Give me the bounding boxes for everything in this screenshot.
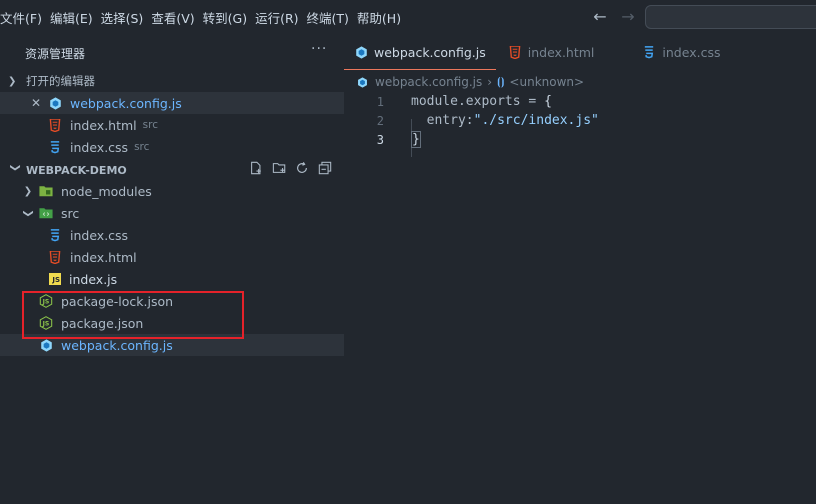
- open-editor-desc: src: [134, 141, 150, 153]
- code-line-2[interactable]: 2 entry:"./src/index.js": [344, 111, 816, 130]
- code-token: module.exports =: [411, 94, 545, 109]
- tab-label: index.css: [662, 45, 721, 60]
- webpack-icon: [39, 338, 53, 352]
- code-line-3[interactable]: 3 }: [344, 130, 816, 149]
- js-icon: JS: [49, 273, 61, 285]
- webpack-icon: [356, 75, 368, 89]
- chevron-down-icon: ❯: [22, 208, 34, 218]
- more-actions-icon[interactable]: ···: [311, 41, 327, 57]
- tree-item-node-modules[interactable]: ❯ node_modules: [0, 180, 344, 202]
- arrow-left-icon[interactable]: ←: [590, 7, 610, 27]
- tree-item-label: src: [61, 205, 80, 221]
- nav-arrows: ← →: [590, 7, 638, 27]
- open-editor-label: index.html: [70, 117, 137, 133]
- close-icon[interactable]: ✕: [30, 96, 42, 110]
- menu-help[interactable]: 帮助(H): [357, 8, 409, 27]
- explorer-title: 资源管理器: [25, 47, 86, 61]
- tree-item-src[interactable]: ❯ src: [0, 202, 344, 224]
- open-editors-header[interactable]: ❯ 打开的编辑器: [0, 70, 344, 92]
- menu-selection[interactable]: 选择(S): [101, 8, 152, 27]
- breadcrumb-symbol[interactable]: <unknown>: [509, 75, 584, 89]
- css-icon: [48, 228, 62, 242]
- tab-index-css[interactable]: index.css: [604, 35, 730, 70]
- code-brace: }: [411, 131, 421, 148]
- new-folder-icon[interactable]: [271, 161, 287, 177]
- project-actions: [248, 161, 333, 177]
- tab-webpack-config[interactable]: webpack.config.js: [344, 35, 496, 70]
- chevron-down-icon: ❯: [8, 75, 17, 87]
- code-text: module.exports = {: [411, 94, 552, 109]
- line-number: 2: [376, 113, 384, 128]
- code-text: entry:"./src/index.js": [411, 113, 599, 128]
- project-title: WEBPACK-DEMO: [26, 163, 127, 177]
- tree-item-label: index.css: [70, 227, 129, 243]
- open-editor-index-html[interactable]: index.html src: [0, 114, 344, 136]
- open-editors-title: 打开的编辑器: [26, 74, 95, 88]
- chevron-right-icon: ›: [487, 75, 493, 89]
- html-icon: [48, 118, 62, 132]
- open-editor-index-css[interactable]: index.css src: [0, 136, 344, 158]
- editor-area: webpack.config.js index.html index.css w…: [344, 35, 816, 504]
- editor-tabs: webpack.config.js index.html index.css: [344, 35, 816, 70]
- code-token: entry:: [411, 113, 474, 128]
- html-icon: [508, 46, 522, 60]
- folder-src-icon: [39, 206, 53, 220]
- css-icon: [48, 140, 62, 154]
- arrow-right-icon[interactable]: →: [618, 7, 638, 27]
- menu-view[interactable]: 查看(V): [151, 8, 202, 27]
- css-icon: [642, 46, 656, 60]
- webpack-icon: [354, 45, 368, 59]
- tree-item-index-css[interactable]: index.css: [0, 224, 344, 246]
- tree-item-index-js[interactable]: JS index.js: [0, 268, 344, 290]
- code-brace: {: [544, 94, 552, 109]
- folder-node-icon: [39, 184, 53, 198]
- tree-item-label: index.html: [70, 249, 137, 265]
- tab-label: webpack.config.js: [374, 44, 486, 60]
- code-line-1[interactable]: 1 module.exports = {: [344, 92, 816, 111]
- new-file-icon[interactable]: [248, 161, 264, 177]
- menu-edit[interactable]: 编辑(E): [50, 8, 101, 27]
- chevron-down-icon: ❯: [9, 163, 21, 172]
- open-editor-webpack[interactable]: ✕ webpack.config.js: [0, 92, 344, 114]
- menu-terminal[interactable]: 终端(T): [307, 8, 357, 27]
- tab-index-html[interactable]: index.html: [496, 35, 605, 70]
- code-string: "./src/index.js": [473, 113, 599, 128]
- line-number: 3: [376, 132, 384, 147]
- highlight-box: [22, 291, 244, 339]
- collapse-all-icon[interactable]: [317, 161, 333, 177]
- menu-file[interactable]: 文件(F): [0, 8, 50, 27]
- project-header[interactable]: ❯ WEBPACK-DEMO: [0, 159, 344, 181]
- menu-run[interactable]: 运行(R): [255, 8, 306, 27]
- line-number: 1: [376, 94, 384, 109]
- chevron-right-icon: ❯: [23, 185, 33, 197]
- explorer-sidebar: 资源管理器 ··· ❯ 打开的编辑器 ✕ webpack.config.js i…: [0, 35, 344, 504]
- menu-go[interactable]: 转到(G): [203, 8, 255, 27]
- open-editor-label: webpack.config.js: [70, 95, 182, 111]
- breadcrumb-file[interactable]: webpack.config.js: [375, 75, 482, 89]
- tree-item-label: index.js: [69, 271, 118, 287]
- command-center[interactable]: [645, 5, 816, 29]
- breadcrumb: webpack.config.js › ⦗⦘ <unknown>: [356, 72, 584, 92]
- code-text: }: [411, 131, 421, 148]
- tree-item-label: node_modules: [61, 183, 152, 199]
- tree-item-label: webpack.config.js: [61, 337, 173, 353]
- refresh-icon[interactable]: [294, 161, 310, 177]
- tab-label: index.html: [527, 45, 595, 60]
- symbol-icon: ⦗⦘: [497, 75, 505, 88]
- webpack-icon: [48, 96, 62, 110]
- open-editor-desc: src: [142, 119, 158, 131]
- html-icon: [48, 250, 62, 264]
- tree-item-index-html[interactable]: index.html: [0, 246, 344, 268]
- open-editor-label: index.css: [70, 139, 129, 155]
